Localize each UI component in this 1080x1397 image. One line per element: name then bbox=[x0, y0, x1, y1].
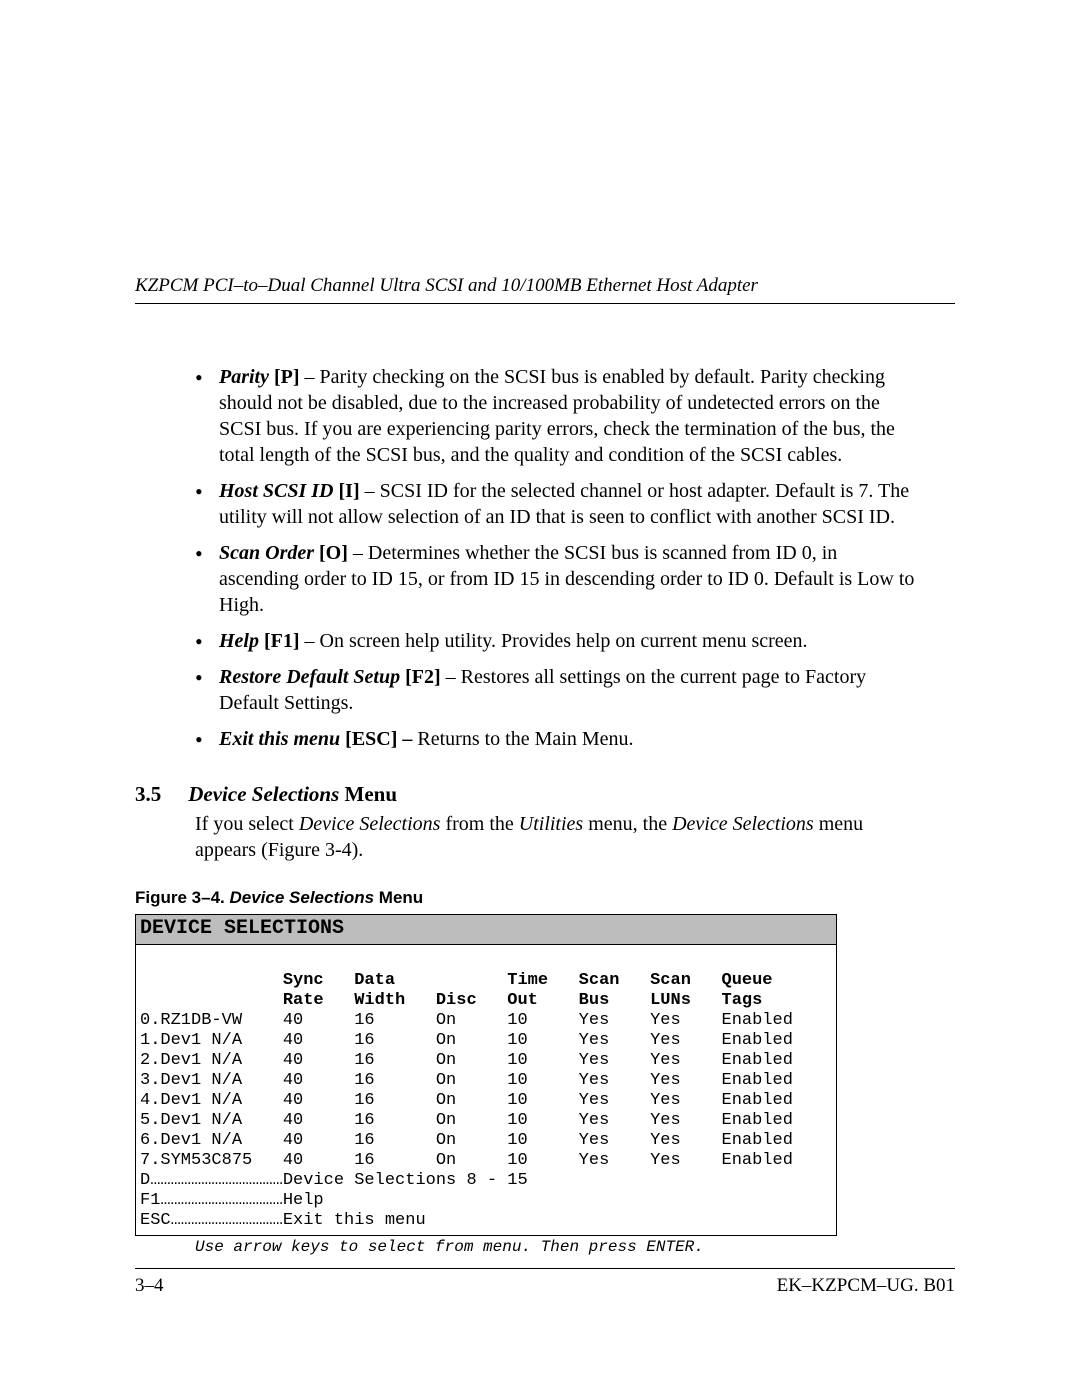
bullet-text: Returns to the Main Menu. bbox=[417, 728, 633, 750]
bullet-parity: Parity [P] – Parity checking on the SCSI… bbox=[195, 364, 915, 468]
bullet-key: [P] bbox=[274, 366, 300, 388]
bullet-label: Help bbox=[219, 630, 259, 652]
figure-rest: Menu bbox=[374, 888, 423, 907]
bullet-label: Scan Order bbox=[219, 542, 314, 564]
section-heading: 3.5 Device Selections Menu bbox=[135, 782, 955, 807]
bullet-exit: Exit this menu [ESC] – Returns to the Ma… bbox=[195, 726, 915, 752]
intro-i3: Device Selections bbox=[672, 813, 814, 835]
device-selections-box: DEVICE SELECTIONS Sync Data Time Scan Sc… bbox=[135, 914, 837, 1236]
section-title-italic: Device Selections bbox=[188, 782, 339, 806]
section-intro: If you select Device Selections from the… bbox=[195, 811, 955, 863]
bullet-key: [I] bbox=[339, 480, 360, 502]
footer-right: EK–KZPCM–UG. B01 bbox=[777, 1275, 955, 1297]
bullet-key: [F2] bbox=[405, 666, 441, 688]
bullet-label: Parity bbox=[219, 366, 269, 388]
section-number: 3.5 bbox=[135, 782, 183, 807]
bullet-label: Restore Default Setup bbox=[219, 666, 400, 688]
bullet-text: – Parity checking on the SCSI bus is ena… bbox=[219, 366, 895, 466]
intro-i2: Utilities bbox=[519, 813, 583, 835]
section-title-rest: Menu bbox=[339, 782, 397, 806]
bullet-key: [F1] bbox=[264, 630, 300, 652]
figure-label: Figure 3–4. bbox=[135, 888, 229, 907]
device-box-body: Sync Data Time Scan Scan Queue Rate Widt… bbox=[136, 945, 836, 1236]
bullet-label: Host SCSI ID bbox=[219, 480, 334, 502]
page-header: KZPCM PCI–to–Dual Channel Ultra SCSI and… bbox=[135, 275, 955, 304]
intro-pre: If you select bbox=[195, 813, 299, 835]
device-box-title: DEVICE SELECTIONS bbox=[136, 915, 836, 945]
hint-text: Use arrow keys to select from menu. Then… bbox=[195, 1238, 955, 1256]
bullet-hostid: Host SCSI ID [I] – SCSI ID for the selec… bbox=[195, 478, 915, 530]
page-footer: 3–4 EK–KZPCM–UG. B01 bbox=[135, 1268, 955, 1297]
bullet-help: Help [F1] – On screen help utility. Prov… bbox=[195, 628, 915, 654]
bullet-key: [O] bbox=[319, 542, 348, 564]
bullet-label: Exit this menu bbox=[219, 728, 340, 750]
figure-italic: Device Selections bbox=[229, 888, 374, 907]
intro-mid2: menu, the bbox=[583, 813, 672, 835]
figure-caption: Figure 3–4. Device Selections Menu bbox=[135, 888, 955, 908]
feature-list: Parity [P] – Parity checking on the SCSI… bbox=[135, 364, 955, 752]
bullet-restore: Restore Default Setup [F2] – Restores al… bbox=[195, 664, 915, 716]
intro-i1: Device Selections bbox=[299, 813, 441, 835]
bullet-text: – On screen help utility. Provides help … bbox=[305, 630, 808, 652]
intro-mid: from the bbox=[440, 813, 518, 835]
footer-left: 3–4 bbox=[135, 1275, 164, 1296]
bullet-dash: – bbox=[402, 728, 412, 750]
bullet-key: [ESC] bbox=[345, 728, 397, 750]
page-content: KZPCM PCI–to–Dual Channel Ultra SCSI and… bbox=[135, 275, 955, 1256]
bullet-scanorder: Scan Order [O] – Determines whether the … bbox=[195, 540, 915, 618]
